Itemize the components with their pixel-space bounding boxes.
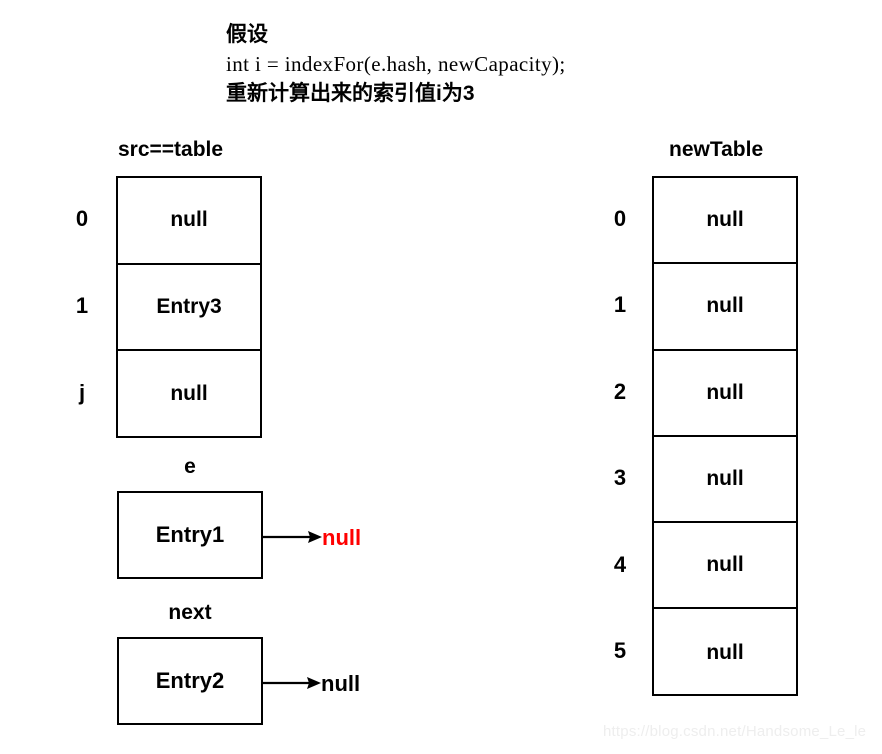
src-table: null Entry3 null — [116, 176, 262, 438]
src-table-cell-2: null — [170, 382, 208, 406]
entry1-next-value: null — [322, 525, 362, 550]
entry2-next-arrow-icon — [261, 677, 321, 689]
entry1-node: Entry1 — [117, 491, 263, 579]
new-table-cell-0: null — [654, 178, 796, 265]
new-table-cell-4: null — [654, 523, 796, 610]
new-table-cell-2: null — [654, 351, 796, 437]
new-table-index-0: 0 — [613, 206, 627, 231]
entry1-next-arrow-icon — [262, 531, 322, 543]
src-table-title: src==table — [118, 138, 224, 161]
new-table-cell-5: null — [706, 640, 744, 664]
src-table-cell-1: Entry3 — [118, 265, 260, 352]
caption-block: 假设 int i = indexFor(e.hash, newCapacity)… — [226, 20, 846, 108]
new-table-index-5: 5 — [613, 638, 627, 663]
entry2-node: Entry2 — [117, 637, 263, 725]
new-table: null null null null null null — [652, 176, 798, 696]
entry2-next-value: null — [321, 671, 361, 696]
watermark: https://blog.csdn.net/Handsome_Le_le — [603, 723, 867, 740]
caption-result-line: 重新计算出来的索引值i为3 — [226, 82, 475, 105]
new-table-title: newTable — [669, 138, 764, 161]
new-table-cell-3: null — [654, 437, 796, 524]
diagram-canvas: 假设 int i = indexFor(e.hash, newCapacity)… — [0, 0, 882, 754]
new-table-index-4: 4 — [613, 552, 627, 577]
node-label-next: next — [168, 601, 212, 624]
src-table-index-1: 1 — [75, 293, 89, 318]
new-table-index-2: 2 — [613, 379, 627, 404]
caption-assumption-line: 假设 — [226, 23, 268, 46]
new-table-index-3: 3 — [613, 465, 627, 490]
node-label-e: e — [184, 455, 196, 478]
new-table-index-1: 1 — [613, 292, 627, 317]
src-table-index-0: 0 — [75, 206, 89, 231]
caption-code-line: int i = indexFor(e.hash, newCapacity); — [226, 52, 566, 76]
src-table-index-2: j — [78, 380, 86, 405]
src-table-cell-0: null — [118, 178, 260, 265]
new-table-cell-1: null — [654, 264, 796, 351]
